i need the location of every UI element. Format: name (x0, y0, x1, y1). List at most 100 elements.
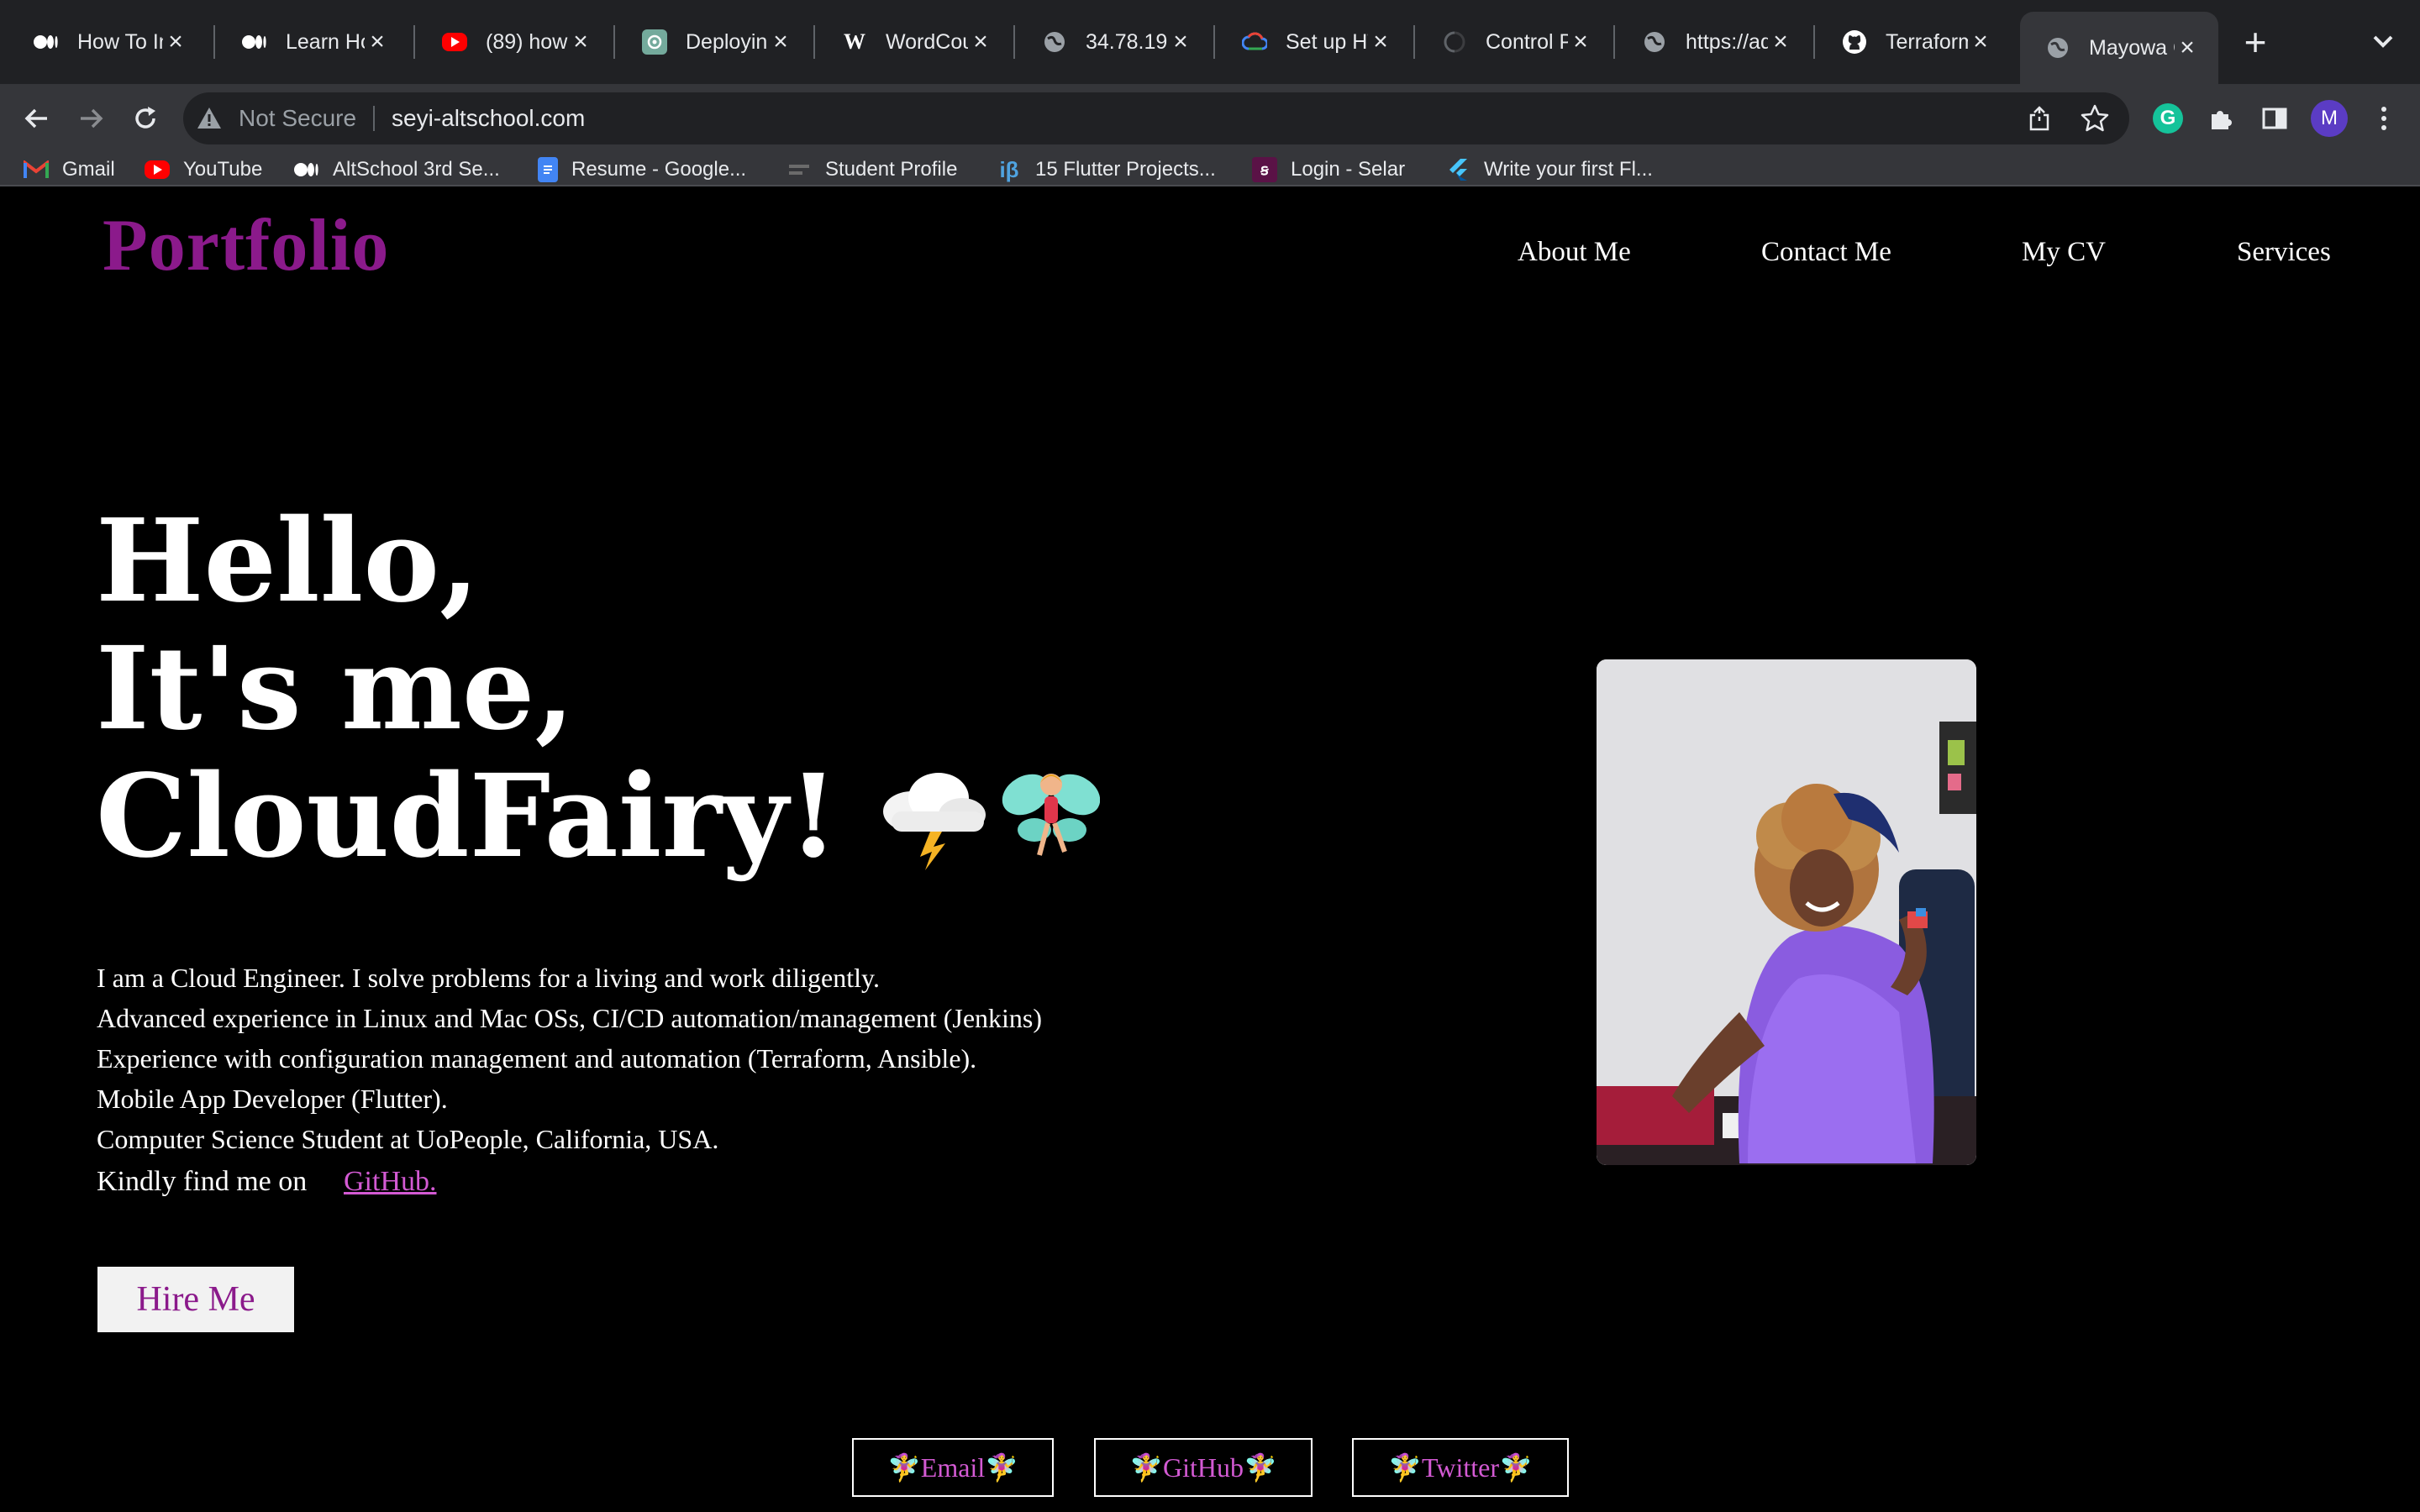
bookmark-label: Gmail (62, 158, 115, 181)
tab-separator (813, 25, 815, 59)
grammarly-extension-icon[interactable]: G (2153, 103, 2183, 134)
bookmark-altschool[interactable]: AltSchool 3rd Se... (294, 153, 500, 186)
tab-title: How To In (77, 29, 163, 54)
new-tab-button[interactable]: + (2232, 18, 2279, 66)
tab-8[interactable]: Control Pa × (1417, 13, 1612, 71)
tab-separator (1213, 25, 1215, 59)
tab-7[interactable]: Set up HT × (1217, 13, 1412, 71)
tab-title: Terraform (1886, 29, 1968, 54)
close-icon[interactable]: × (1568, 29, 1593, 55)
url-text[interactable]: seyi-altschool.com (392, 92, 585, 144)
side-panel-icon[interactable] (2255, 99, 2294, 138)
bio-line: I am a Cloud Engineer. I solve problems … (97, 963, 880, 993)
bookmark-student-profile[interactable]: Student Profile (786, 153, 957, 186)
nav-about-me[interactable]: About Me (1518, 237, 1631, 268)
tab-title: Deploying (686, 29, 768, 54)
back-arrow-icon (24, 108, 47, 129)
tab-11-active[interactable]: Mayowa C × (2020, 12, 2218, 84)
close-icon[interactable]: × (968, 29, 993, 55)
bio-paragraph: I am a Cloud Engineer. I solve problems … (97, 958, 1042, 1159)
bookmark-gmail[interactable]: Gmail (24, 153, 115, 186)
tab-title: Control Pa (1486, 29, 1568, 54)
profile-icon (786, 157, 812, 182)
page-content: Portfolio About Me Contact Me My CV Serv… (0, 186, 2420, 1512)
close-icon[interactable]: × (163, 29, 188, 55)
close-icon[interactable]: × (768, 29, 793, 55)
bookmark-star-icon[interactable] (2079, 102, 2111, 134)
site-logo[interactable]: Portfolio (103, 203, 389, 288)
back-button[interactable] (13, 96, 59, 141)
tab-separator (613, 25, 615, 59)
tab-separator (1813, 25, 1815, 59)
close-icon[interactable]: × (1368, 29, 1393, 55)
storm-cloud-fairy-icon (883, 773, 1101, 870)
bookmark-label: AltSchool 3rd Se... (333, 158, 500, 181)
github-icon (1842, 29, 1867, 55)
kebab-menu-icon[interactable] (2365, 99, 2403, 138)
hero-emoji (878, 753, 1101, 870)
tab-separator (1413, 25, 1415, 59)
tab-separator (213, 25, 215, 59)
tab-6[interactable]: 34.78.192 × (1017, 13, 1212, 71)
tab-2[interactable]: Learn How × (217, 13, 408, 71)
nav-services[interactable]: Services (2237, 237, 2331, 268)
flutter-icon (1445, 157, 1470, 182)
tab-1[interactable]: How To In × (8, 13, 207, 71)
close-icon[interactable]: × (1168, 29, 1193, 55)
tab-4[interactable]: Deploying × (617, 13, 812, 71)
close-icon[interactable]: × (1768, 29, 1793, 55)
close-icon[interactable]: × (2175, 35, 2200, 60)
github-link[interactable]: GitHub. (344, 1166, 437, 1198)
globe-icon (1642, 29, 1667, 55)
tab-3[interactable]: (89) how × (417, 13, 612, 71)
tab-9[interactable]: https://ad × (1617, 13, 1812, 71)
youtube-icon (145, 160, 170, 179)
tab-title: https://ad (1686, 29, 1768, 54)
share-icon[interactable] (2025, 104, 2054, 133)
tab-separator (1013, 25, 1015, 59)
twitter-button[interactable]: 🧚‍♀️Twitter🧚‍♀️ (1352, 1438, 1569, 1497)
bookmark-flutter-projects[interactable]: iβ 15 Flutter Projects... (997, 153, 1215, 186)
bookmark-youtube[interactable]: YouTube (145, 153, 262, 186)
divider (373, 106, 375, 131)
bookmark-selar[interactable]: ꞩ Login - Selar (1252, 153, 1405, 186)
chevron-down-icon[interactable] (2365, 24, 2402, 60)
warning-icon[interactable] (195, 104, 224, 133)
ib-icon: iβ (999, 156, 1019, 182)
google-docs-icon (538, 157, 558, 182)
bookmark-resume[interactable]: Resume - Google... (538, 153, 746, 186)
hero-line-1: Hello, (96, 494, 480, 628)
bio-line: Experience with configuration management… (97, 1043, 977, 1074)
tab-10[interactable]: Terraform × (1817, 13, 2012, 71)
bookmark-label: Resume - Google... (571, 158, 747, 181)
security-label[interactable]: Not Secure (239, 92, 356, 144)
bookmark-flutter[interactable]: Write your first Fl... (1445, 153, 1653, 186)
browser-toolbar: Not Secure seyi-altschool.com G M (0, 84, 2420, 153)
nav-my-cv[interactable]: My CV (2022, 237, 2106, 268)
hero-heading: Hello, It's me, CloudFairy! (96, 494, 1101, 880)
tab-5[interactable]: W WordCou × (817, 13, 1012, 71)
find-me-line: Kindly find me on GitHub. (97, 1166, 437, 1198)
reload-button[interactable] (123, 96, 168, 141)
github-button[interactable]: 🧚‍♀️GitHub🧚‍♀️ (1094, 1438, 1313, 1497)
loading-icon (1442, 29, 1467, 55)
hire-me-button[interactable]: Hire Me (97, 1267, 294, 1332)
forward-button[interactable] (69, 96, 114, 141)
tab-title: Learn How (286, 29, 365, 54)
tab-separator (413, 25, 415, 59)
email-button[interactable]: 🧚‍♀️Email🧚‍♀️ (852, 1438, 1054, 1497)
nav-contact-me[interactable]: Contact Me (1761, 237, 1891, 268)
chatgpt-icon (642, 29, 667, 55)
close-icon[interactable]: × (1968, 29, 1993, 55)
wikipedia-icon: W (844, 29, 865, 54)
extensions-puzzle-icon[interactable] (2202, 99, 2240, 138)
address-bar[interactable]: Not Secure seyi-altschool.com (183, 92, 2129, 144)
tab-title: 34.78.192 (1086, 29, 1168, 54)
hero-line-3: CloudFairy! (96, 749, 839, 884)
bookmark-label: Login - Selar (1291, 158, 1406, 181)
youtube-icon (442, 33, 467, 51)
profile-avatar[interactable]: M (2311, 100, 2348, 137)
close-icon[interactable]: × (568, 29, 593, 55)
close-icon[interactable]: × (365, 29, 390, 55)
medium-icon (242, 29, 267, 55)
